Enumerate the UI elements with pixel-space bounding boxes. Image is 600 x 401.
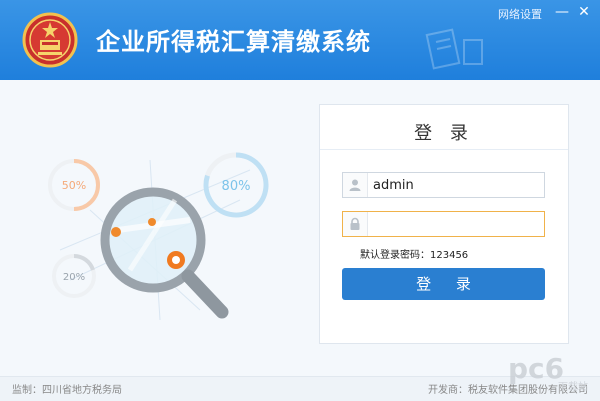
- password-field[interactable]: [342, 211, 545, 237]
- title-bar: 企业所得税汇算清缴系统 网络设置 — ✕: [0, 0, 600, 80]
- stat-20-label: 20%: [63, 272, 85, 283]
- login-title: 登 录: [414, 123, 474, 144]
- magnifier-icon: [100, 187, 229, 319]
- username-field[interactable]: [342, 172, 545, 198]
- username-input[interactable]: [373, 175, 533, 195]
- app-title: 企业所得税汇算清缴系统: [96, 28, 371, 56]
- watermark-text: pc6: [508, 352, 564, 385]
- watermark-sub: 下载站: [558, 380, 588, 393]
- password-input[interactable]: [373, 214, 533, 234]
- document-decoration-icon: [425, 28, 483, 70]
- search-illustration: 50% 80% 20%: [48, 152, 269, 321]
- panel-divider: [320, 149, 568, 150]
- login-button[interactable]: 登 录: [342, 268, 545, 300]
- close-button[interactable]: ✕: [576, 4, 592, 20]
- lock-icon: [343, 212, 368, 236]
- default-password-hint: 默认登录密码：123456: [360, 250, 469, 261]
- login-panel: 登 录 默认登录密码：123456 登 录: [319, 104, 569, 344]
- network-settings-link[interactable]: 网络设置: [498, 6, 542, 22]
- stat-50-label: 50%: [62, 179, 86, 192]
- national-emblem-logo: [22, 12, 78, 68]
- stat-80-label: 80%: [222, 179, 251, 194]
- user-icon: [343, 173, 368, 197]
- pc6-watermark-logo: pc6 下载站: [508, 352, 588, 393]
- minimize-button[interactable]: —: [554, 4, 570, 20]
- supervisor-text: 监制：四川省地方税务局: [12, 385, 122, 396]
